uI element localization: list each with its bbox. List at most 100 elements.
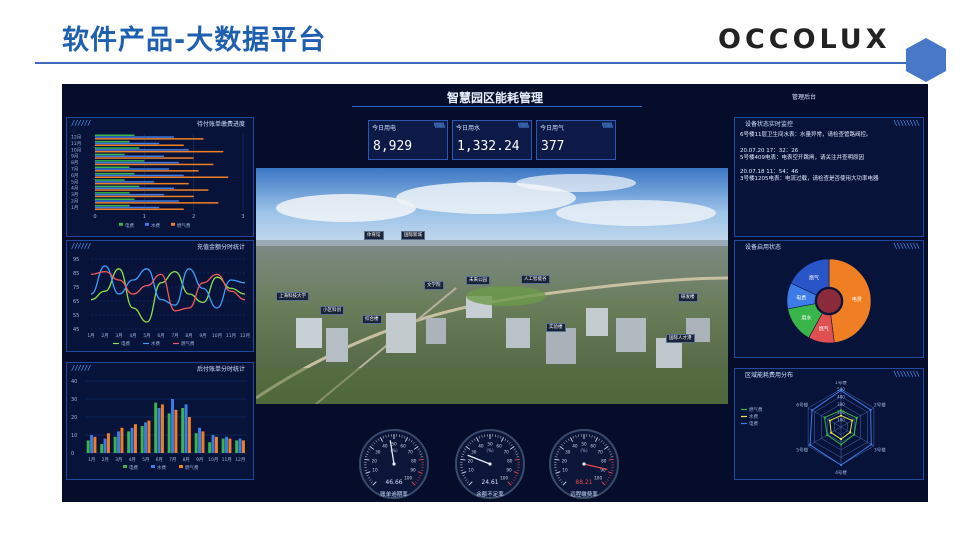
legend-swatch [151,465,155,468]
bar [95,160,145,162]
hexagon-badge-icon [906,38,946,82]
map-tag[interactable]: 国际人才港 [666,334,695,343]
stat-card-water: 今日用水 \\\\\\\\\\ 1,332.24 [452,120,532,160]
bar [95,166,130,168]
stat-label: 今日用电 [372,125,397,132]
bar [95,198,135,200]
bar [120,427,124,453]
gauge-tick-label: 40 [572,444,578,449]
x-tick-label: 2月 [102,457,109,463]
bar [95,153,125,156]
radar-point [808,443,812,446]
legend-label: 电费 [129,464,138,471]
map-tag[interactable]: 人工智能谷 [521,275,550,284]
bar [95,206,160,209]
panel-region: 区域能耗费用分布\\\\\\\\ 1号楼2号楼3号楼4号楼5号楼6号楼50040… [734,368,924,480]
y-tick-label: 4月 [71,186,78,192]
x-tick-label: 8月 [185,333,192,339]
map-tag[interactable]: 综合楼 [362,315,382,324]
bar [130,427,134,453]
panel-decoration-icon: ////// [71,364,91,372]
monitor-line: 20.07.18 11：54：46 [740,169,799,175]
radar-axis-label: 2号楼 [874,402,886,409]
radar-point [870,443,873,446]
gauge-tick-label: 30 [565,450,571,455]
map-tag[interactable]: 研发楼 [678,293,698,302]
gauge-label: 账单逾期率 [380,492,408,498]
bar [171,399,175,453]
x-tick-label: 5月 [143,333,150,339]
bar [241,440,245,453]
x-tick-label: 6月 [157,333,164,339]
bar [157,408,161,453]
bar [106,433,110,453]
gauge-tick-label: 70 [504,450,510,455]
panel-decoration-icon: \\\\\\\\ [893,370,920,378]
bar [194,433,198,453]
radar-axis-label: 4号楼 [835,469,847,476]
x-tick-label: 1月 [88,457,95,463]
legend-label: 水费 [151,340,160,347]
x-tick-label: 9月 [196,457,203,463]
bar [214,436,218,453]
bar [95,189,209,191]
slice-label: 燃气 [819,326,829,333]
stat-label: 今日用气 [540,125,565,132]
x-tick-label: 11月 [222,457,232,463]
admin-link[interactable]: 管理后台 [792,92,816,101]
gauge-tick-label: 100 [404,476,412,481]
radar-axis-label: 1号楼 [835,381,847,386]
stat-label: 今日用水 [456,125,481,132]
monitor-line: 5号楼409电表：电表空开跳闸，请关注并查明原因 [740,155,864,161]
map-tag[interactable]: 国际新城 [401,231,425,240]
x-tick-label: 10月 [212,333,222,339]
gauge-hub [392,462,396,466]
gauge-tick-label: 60 [590,444,596,449]
device-usage-donut: 电费燃气用水电费燃气 [786,258,872,344]
bar [95,163,214,166]
map-tag[interactable]: 上海科技大学 [276,292,309,301]
gauge-value: 88.21 [575,479,592,486]
radar-point [839,409,843,412]
gauge-tick-label: 60 [496,444,502,449]
bar [95,155,165,157]
gauge-tick-label: 10 [562,468,568,473]
x-tick-label: 3月 [115,457,122,463]
map-tag[interactable]: 小区科创 [320,306,344,315]
gauge-hub [488,462,492,466]
bar [174,409,178,453]
radar-point [830,431,833,434]
bar [160,404,164,453]
x-tick-label: 9月 [199,333,206,339]
bar [187,417,191,453]
map-tag[interactable]: 体育馆 [364,231,384,240]
bar [184,404,188,453]
radar-point [849,431,852,434]
gauge-tick-label: 90 [506,468,512,473]
radar-axis-label: 3号楼 [874,446,886,453]
radar-point [839,389,843,392]
bill-progress-chart: 0 1 2 3 12月11月10月9月8月7月6月5月4月3月2月1月电费 水费 燃气费 [71,134,245,229]
map-tag[interactable]: 实验楼 [546,323,566,332]
map-tag[interactable]: 未来公园 [466,276,490,285]
gauge-tick-label: 100 [594,476,602,481]
bar [167,413,171,453]
bar [235,440,239,453]
gauge-tick-label: 40 [382,444,388,449]
bar [95,136,174,138]
gauge-unit: (%) [580,448,588,453]
y-tick-label: 75 [73,285,79,291]
radar-spoke [840,426,875,447]
gauge-label: 余额不足率 [476,492,504,498]
bar [147,420,151,453]
gauge-tick-label: 20 [562,458,568,463]
legend-label: 电费 [121,340,130,347]
stat-decoration-icon: \\\\\\\\\\ [517,122,529,129]
legend-label: 燃气费 [181,340,195,347]
y-tick-label: 10月 [71,147,81,153]
bar [140,426,144,453]
x-tick-label: 3 [241,214,244,220]
map-tag[interactable]: 文学院 [424,281,444,290]
legend-label: 水费 [151,222,160,229]
gauge-tick-label: 80 [601,458,607,463]
